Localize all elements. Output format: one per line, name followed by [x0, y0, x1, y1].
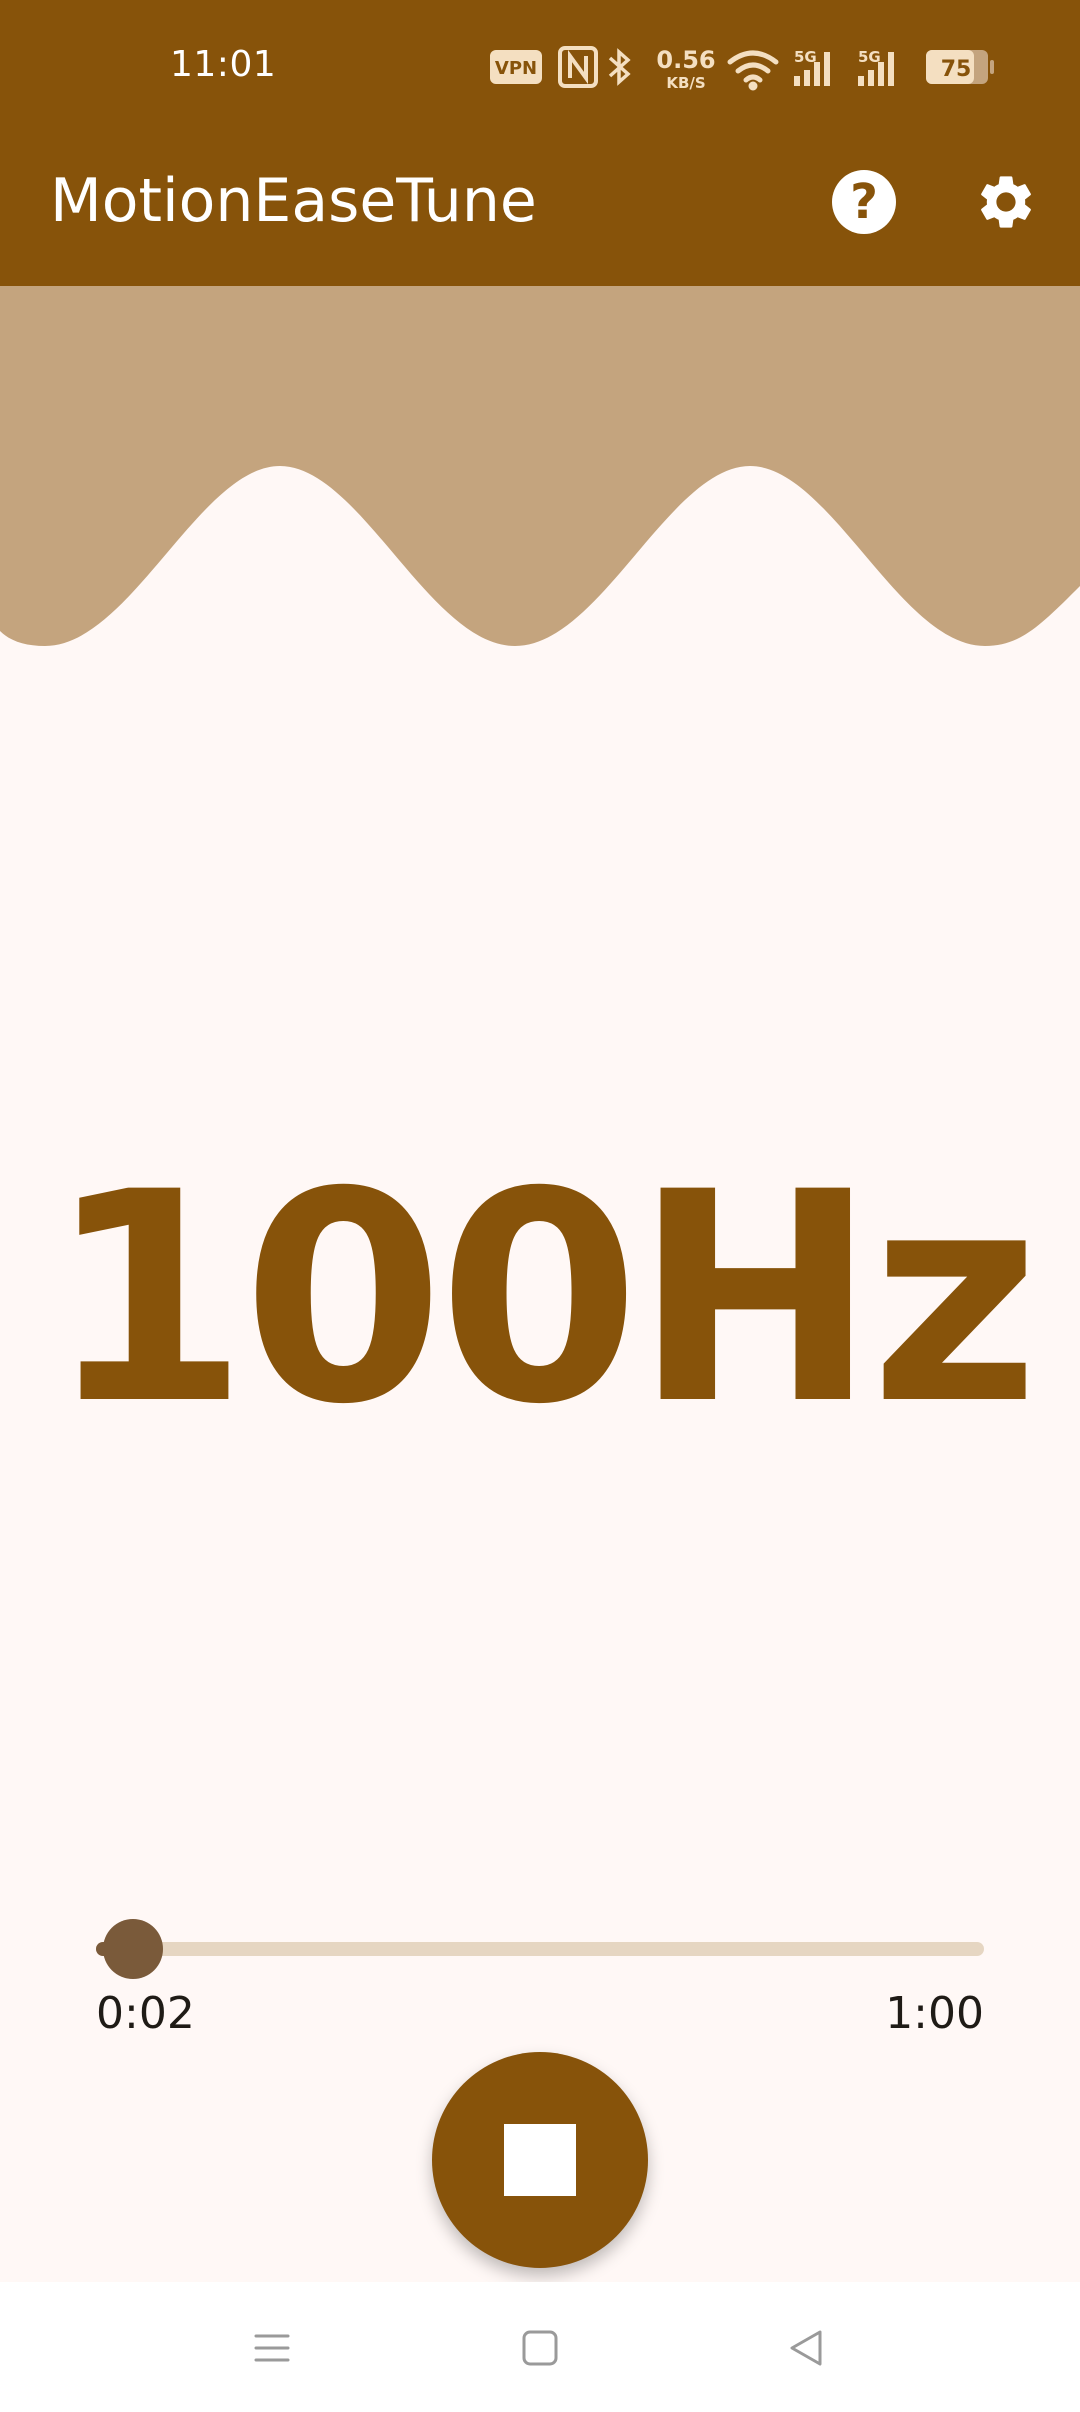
- status-time: 11:01: [170, 44, 277, 85]
- total-time: 1:00: [885, 1988, 984, 2039]
- nfc-icon: [558, 46, 598, 88]
- home-icon[interactable]: [510, 2318, 570, 2378]
- vpn-badge: VPN: [490, 50, 542, 84]
- elapsed-time: 0:02: [96, 1988, 195, 2039]
- settings-gear-icon[interactable]: [974, 170, 1038, 234]
- navigation-bar: [0, 2282, 1080, 2412]
- bluetooth-icon: [608, 48, 631, 86]
- app-bar: MotionEaseTune ?: [0, 136, 1080, 286]
- network-speed-value: 0.56: [656, 46, 715, 74]
- cell-signal-icon-2: 5G: [858, 48, 894, 86]
- status-bar: 11:01 VPN 0.56 KB/S 5G 5G 75: [0, 0, 1080, 136]
- back-icon[interactable]: [776, 2318, 836, 2378]
- menu-icon[interactable]: [242, 2318, 302, 2378]
- signal-2-label: 5G: [858, 48, 881, 66]
- stop-button[interactable]: [432, 2052, 648, 2268]
- app-title: MotionEaseTune: [50, 166, 537, 236]
- help-icon[interactable]: ?: [832, 170, 896, 234]
- battery-icon: 75: [926, 50, 994, 84]
- frequency-display: 100Hz: [46, 1131, 1040, 1468]
- stop-icon: [504, 2124, 576, 2196]
- progress-track[interactable]: [96, 1942, 984, 1956]
- progress-thumb[interactable]: [103, 1919, 164, 1979]
- wave-decoration: [0, 286, 1080, 646]
- battery-level: 75: [941, 57, 972, 82]
- vpn-label: VPN: [495, 58, 537, 79]
- wifi-icon: [727, 50, 779, 91]
- network-speed-unit: KB/S: [666, 74, 705, 92]
- cell-signal-icon: 5G: [794, 48, 830, 86]
- status-icons: VPN 0.56 KB/S 5G 5G 75: [490, 46, 994, 92]
- signal-1-label: 5G: [794, 48, 817, 66]
